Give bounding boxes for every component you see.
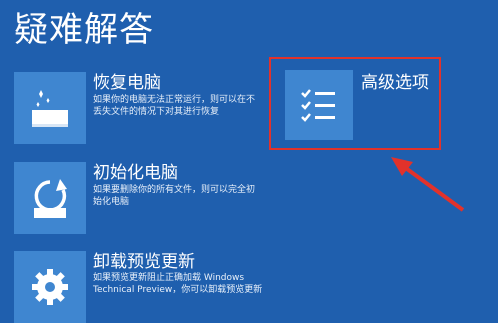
arrow-annotation [391, 157, 465, 212]
